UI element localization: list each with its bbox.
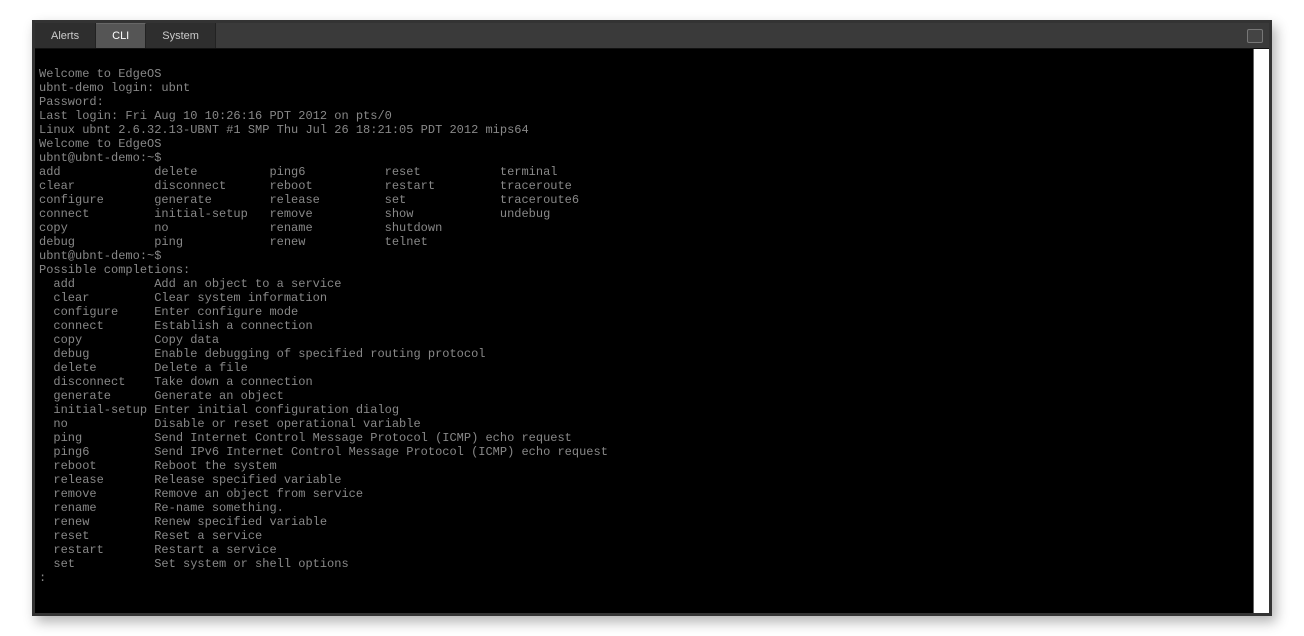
terminal-wrap: Welcome to EdgeOS ubnt-demo login: ubnt …	[35, 49, 1269, 613]
scrollbar[interactable]	[1253, 49, 1269, 613]
tab-alerts[interactable]: Alerts	[35, 23, 96, 48]
tab-system[interactable]: System	[146, 23, 216, 48]
terminal-window: Alerts CLI System Welcome to EdgeOS ubnt…	[32, 20, 1272, 616]
terminal-output[interactable]: Welcome to EdgeOS ubnt-demo login: ubnt …	[35, 49, 1253, 613]
tab-cli[interactable]: CLI	[96, 23, 146, 48]
tab-bar: Alerts CLI System	[35, 23, 1269, 49]
window-control-icon[interactable]	[1247, 29, 1263, 43]
